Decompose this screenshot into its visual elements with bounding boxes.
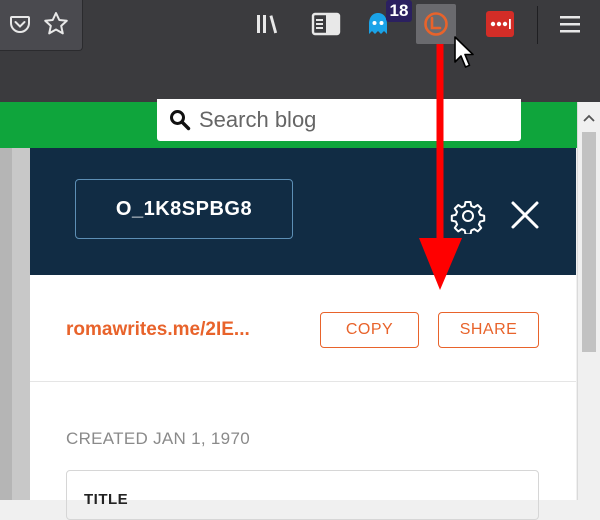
library-button[interactable] [248, 4, 288, 44]
pocket-icon [10, 16, 30, 33]
created-date: CREATED JAN 1, 1970 [66, 429, 250, 448]
star-icon [44, 12, 68, 35]
browser-toolbar: 18 [0, 0, 600, 102]
page-sidebar [0, 148, 30, 500]
extension-popup: O_1K8SPBG8 romawrites.me/2IE... COPY SHA… [30, 148, 576, 520]
page-scrollbar[interactable] [577, 102, 600, 500]
bookmark-star-button[interactable] [36, 4, 76, 44]
lastpass-icon [486, 11, 514, 37]
blog-search-box[interactable] [157, 99, 521, 141]
gear-icon[interactable] [450, 198, 486, 234]
close-icon[interactable] [508, 198, 542, 232]
link-slashtag[interactable]: O_1K8SPBG8 [75, 179, 293, 239]
share-button[interactable]: SHARE [438, 312, 539, 348]
scroll-thumb[interactable] [582, 132, 596, 352]
page-sidebar-stripe [0, 148, 12, 500]
toolbar-divider [537, 6, 538, 44]
divider [30, 381, 576, 382]
library-icon [257, 15, 278, 34]
scroll-up-button[interactable] [578, 108, 600, 128]
rebrandly-icon [424, 12, 448, 36]
reader-view-button[interactable] [306, 4, 346, 44]
chevron-up-icon [583, 114, 595, 122]
rebrandly-button[interactable] [416, 4, 456, 44]
search-input[interactable] [199, 107, 499, 133]
copy-button[interactable]: COPY [320, 312, 419, 348]
menu-button[interactable] [550, 4, 590, 44]
hamburger-menu-icon [560, 16, 580, 33]
title-field[interactable] [66, 470, 539, 520]
search-icon [170, 110, 191, 131]
popup-header: O_1K8SPBG8 [30, 148, 576, 275]
pocket-button[interactable] [0, 4, 40, 44]
url-bar-end [0, 0, 83, 51]
short-url-link[interactable]: romawrites.me/2IE... [66, 319, 250, 341]
mouse-cursor-icon [454, 36, 474, 68]
reader-view-icon [311, 12, 341, 36]
lastpass-button[interactable] [480, 4, 520, 44]
ghostery-badge: 18 [386, 0, 412, 22]
